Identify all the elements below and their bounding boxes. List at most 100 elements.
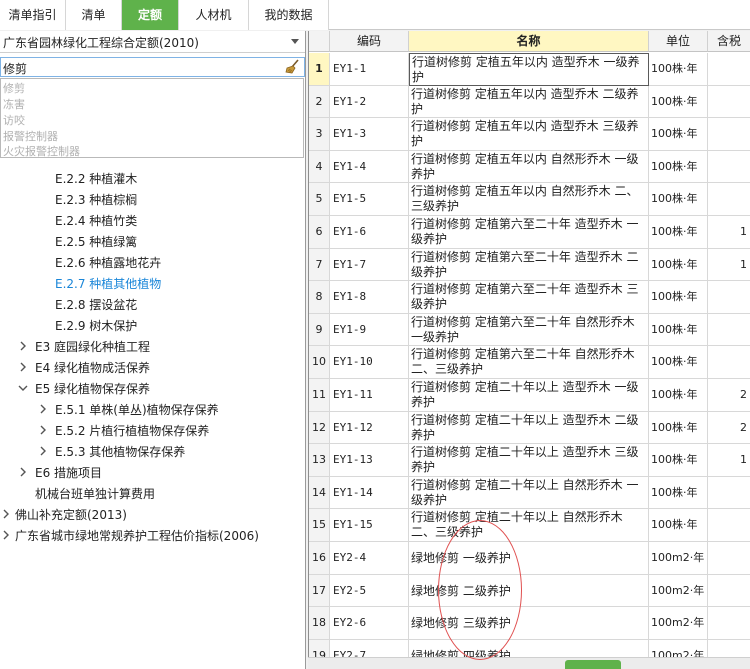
tree-item-e5[interactable]: E5 绿化植物保存保养 xyxy=(35,380,150,397)
tree-item-guangdong-greenbelt[interactable]: 广东省城市绿地常规养护工程估价指标(2006) xyxy=(15,527,259,544)
row-name[interactable]: 行道树修剪 定植五年以内 造型乔木 二级养护 xyxy=(409,85,649,119)
row-index[interactable]: 15 xyxy=(309,509,330,542)
tree-item-e52[interactable]: E.5.2 片植行植植物保存保养 xyxy=(55,422,209,439)
row-extra[interactable] xyxy=(708,314,750,347)
suggestion-item[interactable]: 冻害 xyxy=(3,96,25,112)
tree-item-e53[interactable]: E.5.3 其他植物保存保养 xyxy=(55,443,185,460)
row-code[interactable]: EY1-4 xyxy=(330,150,409,184)
row-extra[interactable]: 2 xyxy=(708,379,750,412)
chevron-right-icon[interactable] xyxy=(37,445,49,457)
row-extra[interactable] xyxy=(708,86,750,119)
row-name[interactable]: 行道树修剪 定植二十年以上 自然形乔木 一级养护 xyxy=(409,476,649,510)
row-extra[interactable]: 2 xyxy=(708,412,750,445)
row-extra[interactable] xyxy=(708,607,750,640)
broom-icon[interactable] xyxy=(284,59,300,75)
row-code[interactable]: EY1-2 xyxy=(330,85,409,119)
tab-bill[interactable]: 清单 xyxy=(66,0,122,30)
row-unit[interactable]: 100m2·年 xyxy=(649,574,708,608)
row-unit[interactable]: 100株·年 xyxy=(649,476,708,510)
row-name[interactable]: 行道树修剪 定植五年以内 自然形乔木 一级养护 xyxy=(409,150,649,184)
row-extra[interactable] xyxy=(708,53,750,86)
row-name[interactable]: 行道树修剪 定植二十年以上 造型乔木 一级养护 xyxy=(409,379,649,412)
row-name[interactable]: 绿地修剪 一级养护 xyxy=(409,542,649,575)
row-index[interactable]: 4 xyxy=(309,150,330,184)
tree-item-e4[interactable]: E4 绿化植物成活保养 xyxy=(35,359,150,376)
row-name[interactable]: 行道树修剪 定植二十年以上 造型乔木 二级养护 xyxy=(409,411,649,445)
row-code[interactable]: EY1-7 xyxy=(330,248,409,282)
row-index[interactable]: 13 xyxy=(309,444,330,477)
quota-library-select[interactable]: 广东省园林绿化工程综合定额(2010) xyxy=(0,31,305,53)
tree-item-e29[interactable]: E.2.9 树木保护 xyxy=(55,317,137,334)
row-extra[interactable] xyxy=(708,542,750,575)
header-unit[interactable]: 单位 xyxy=(649,31,708,52)
tree-item-e25[interactable]: E.2.5 种植绿篱 xyxy=(55,233,137,250)
row-unit[interactable]: 100株·年 xyxy=(649,379,708,412)
row-index[interactable]: 2 xyxy=(309,85,330,119)
chevron-right-icon[interactable] xyxy=(17,361,29,373)
row-unit[interactable]: 100株·年 xyxy=(649,411,708,445)
row-code[interactable]: EY1-11 xyxy=(330,379,409,412)
row-name[interactable]: 行道树修剪 定植二十年以上 自然形乔木 二、三级养护 xyxy=(409,509,649,542)
row-index[interactable]: 14 xyxy=(309,476,330,510)
row-extra[interactable]: 1 xyxy=(708,249,750,282)
tree-item-e28[interactable]: E.2.8 摆设盆花 xyxy=(55,296,137,313)
chevron-right-icon[interactable] xyxy=(17,466,29,478)
row-code[interactable]: EY2-4 xyxy=(330,542,409,575)
row-code[interactable]: EY1-9 xyxy=(330,313,409,347)
row-unit[interactable]: 100株·年 xyxy=(649,444,708,477)
row-extra[interactable]: 1 xyxy=(708,216,750,249)
row-index[interactable]: 12 xyxy=(309,411,330,445)
row-code[interactable]: EY1-13 xyxy=(330,444,409,477)
tree-item-e26[interactable]: E.2.6 种植露地花卉 xyxy=(55,254,161,271)
row-name[interactable]: 绿地修剪 三级养护 xyxy=(409,607,649,640)
row-unit[interactable]: 100株·年 xyxy=(649,53,708,86)
suggestion-item[interactable]: 报警控制器 xyxy=(3,128,58,144)
row-unit[interactable]: 100株·年 xyxy=(649,313,708,347)
tab-bill-guide[interactable]: 清单指引 xyxy=(0,0,66,30)
header-extra[interactable]: 含税 xyxy=(708,31,750,52)
tree-item-e22[interactable]: E.2.2 种植灌木 xyxy=(55,170,137,187)
row-code[interactable]: EY1-14 xyxy=(330,476,409,510)
row-index[interactable]: 10 xyxy=(309,346,330,379)
row-name[interactable]: 行道树修剪 定植第六至二十年 造型乔木 三级养护 xyxy=(409,281,649,314)
row-index[interactable]: 5 xyxy=(309,183,330,216)
row-unit[interactable]: 100株·年 xyxy=(649,216,708,249)
row-name[interactable]: 绿地修剪 二级养护 xyxy=(409,574,649,608)
tree-item-e51[interactable]: E.5.1 单株(单丛)植物保存保养 xyxy=(55,401,219,418)
suggestion-item[interactable]: 修剪 xyxy=(3,80,25,96)
row-unit[interactable]: 100株·年 xyxy=(649,150,708,184)
row-unit[interactable]: 100m2·年 xyxy=(649,607,708,640)
row-extra[interactable] xyxy=(708,151,750,184)
chevron-right-icon[interactable] xyxy=(37,424,49,436)
chevron-down-icon[interactable] xyxy=(291,39,299,44)
row-code[interactable]: EY1-3 xyxy=(330,118,409,151)
row-extra[interactable] xyxy=(708,509,750,542)
row-index[interactable]: 17 xyxy=(309,574,330,608)
row-name[interactable]: 行道树修剪 定植第六至二十年 自然形乔木 二、三级养护 xyxy=(409,346,649,379)
row-code[interactable]: EY2-5 xyxy=(330,574,409,608)
tree-item-e6[interactable]: E6 措施项目 xyxy=(35,464,102,481)
row-index[interactable]: 6 xyxy=(309,216,330,249)
row-code[interactable]: EY1-15 xyxy=(330,509,409,542)
expand-panel-button[interactable] xyxy=(565,660,621,669)
row-extra[interactable] xyxy=(708,281,750,314)
suggestion-item[interactable]: 访咬 xyxy=(3,112,25,128)
row-unit[interactable]: 100株·年 xyxy=(649,281,708,314)
suggestion-item[interactable]: 火灾报警控制器 xyxy=(3,143,80,159)
row-name[interactable]: 行道树修剪 定植第六至二十年 造型乔木 二级养护 xyxy=(409,248,649,282)
tree-item-e27-selected[interactable]: E.2.7 种植其他植物 xyxy=(55,275,161,292)
chevron-right-icon[interactable] xyxy=(0,529,12,541)
row-extra[interactable] xyxy=(708,183,750,216)
row-index[interactable]: 16 xyxy=(309,542,330,575)
row-name[interactable]: 行道树修剪 定植第六至二十年 造型乔木 一级养护 xyxy=(409,216,649,249)
row-index[interactable]: 3 xyxy=(309,118,330,151)
row-extra[interactable] xyxy=(708,575,750,608)
row-unit[interactable]: 100株·年 xyxy=(649,118,708,151)
tree-item-foshan[interactable]: 佛山补充定额(2013) xyxy=(15,506,127,523)
tab-quota[interactable]: 定额 xyxy=(122,0,179,30)
row-code[interactable]: EY1-6 xyxy=(330,216,409,249)
row-name[interactable]: 行道树修剪 定植第六至二十年 自然形乔木 一级养护 xyxy=(409,313,649,347)
row-unit[interactable]: 100株·年 xyxy=(649,248,708,282)
row-code[interactable]: EY1-10 xyxy=(330,346,409,379)
row-code[interactable]: EY1-12 xyxy=(330,411,409,445)
